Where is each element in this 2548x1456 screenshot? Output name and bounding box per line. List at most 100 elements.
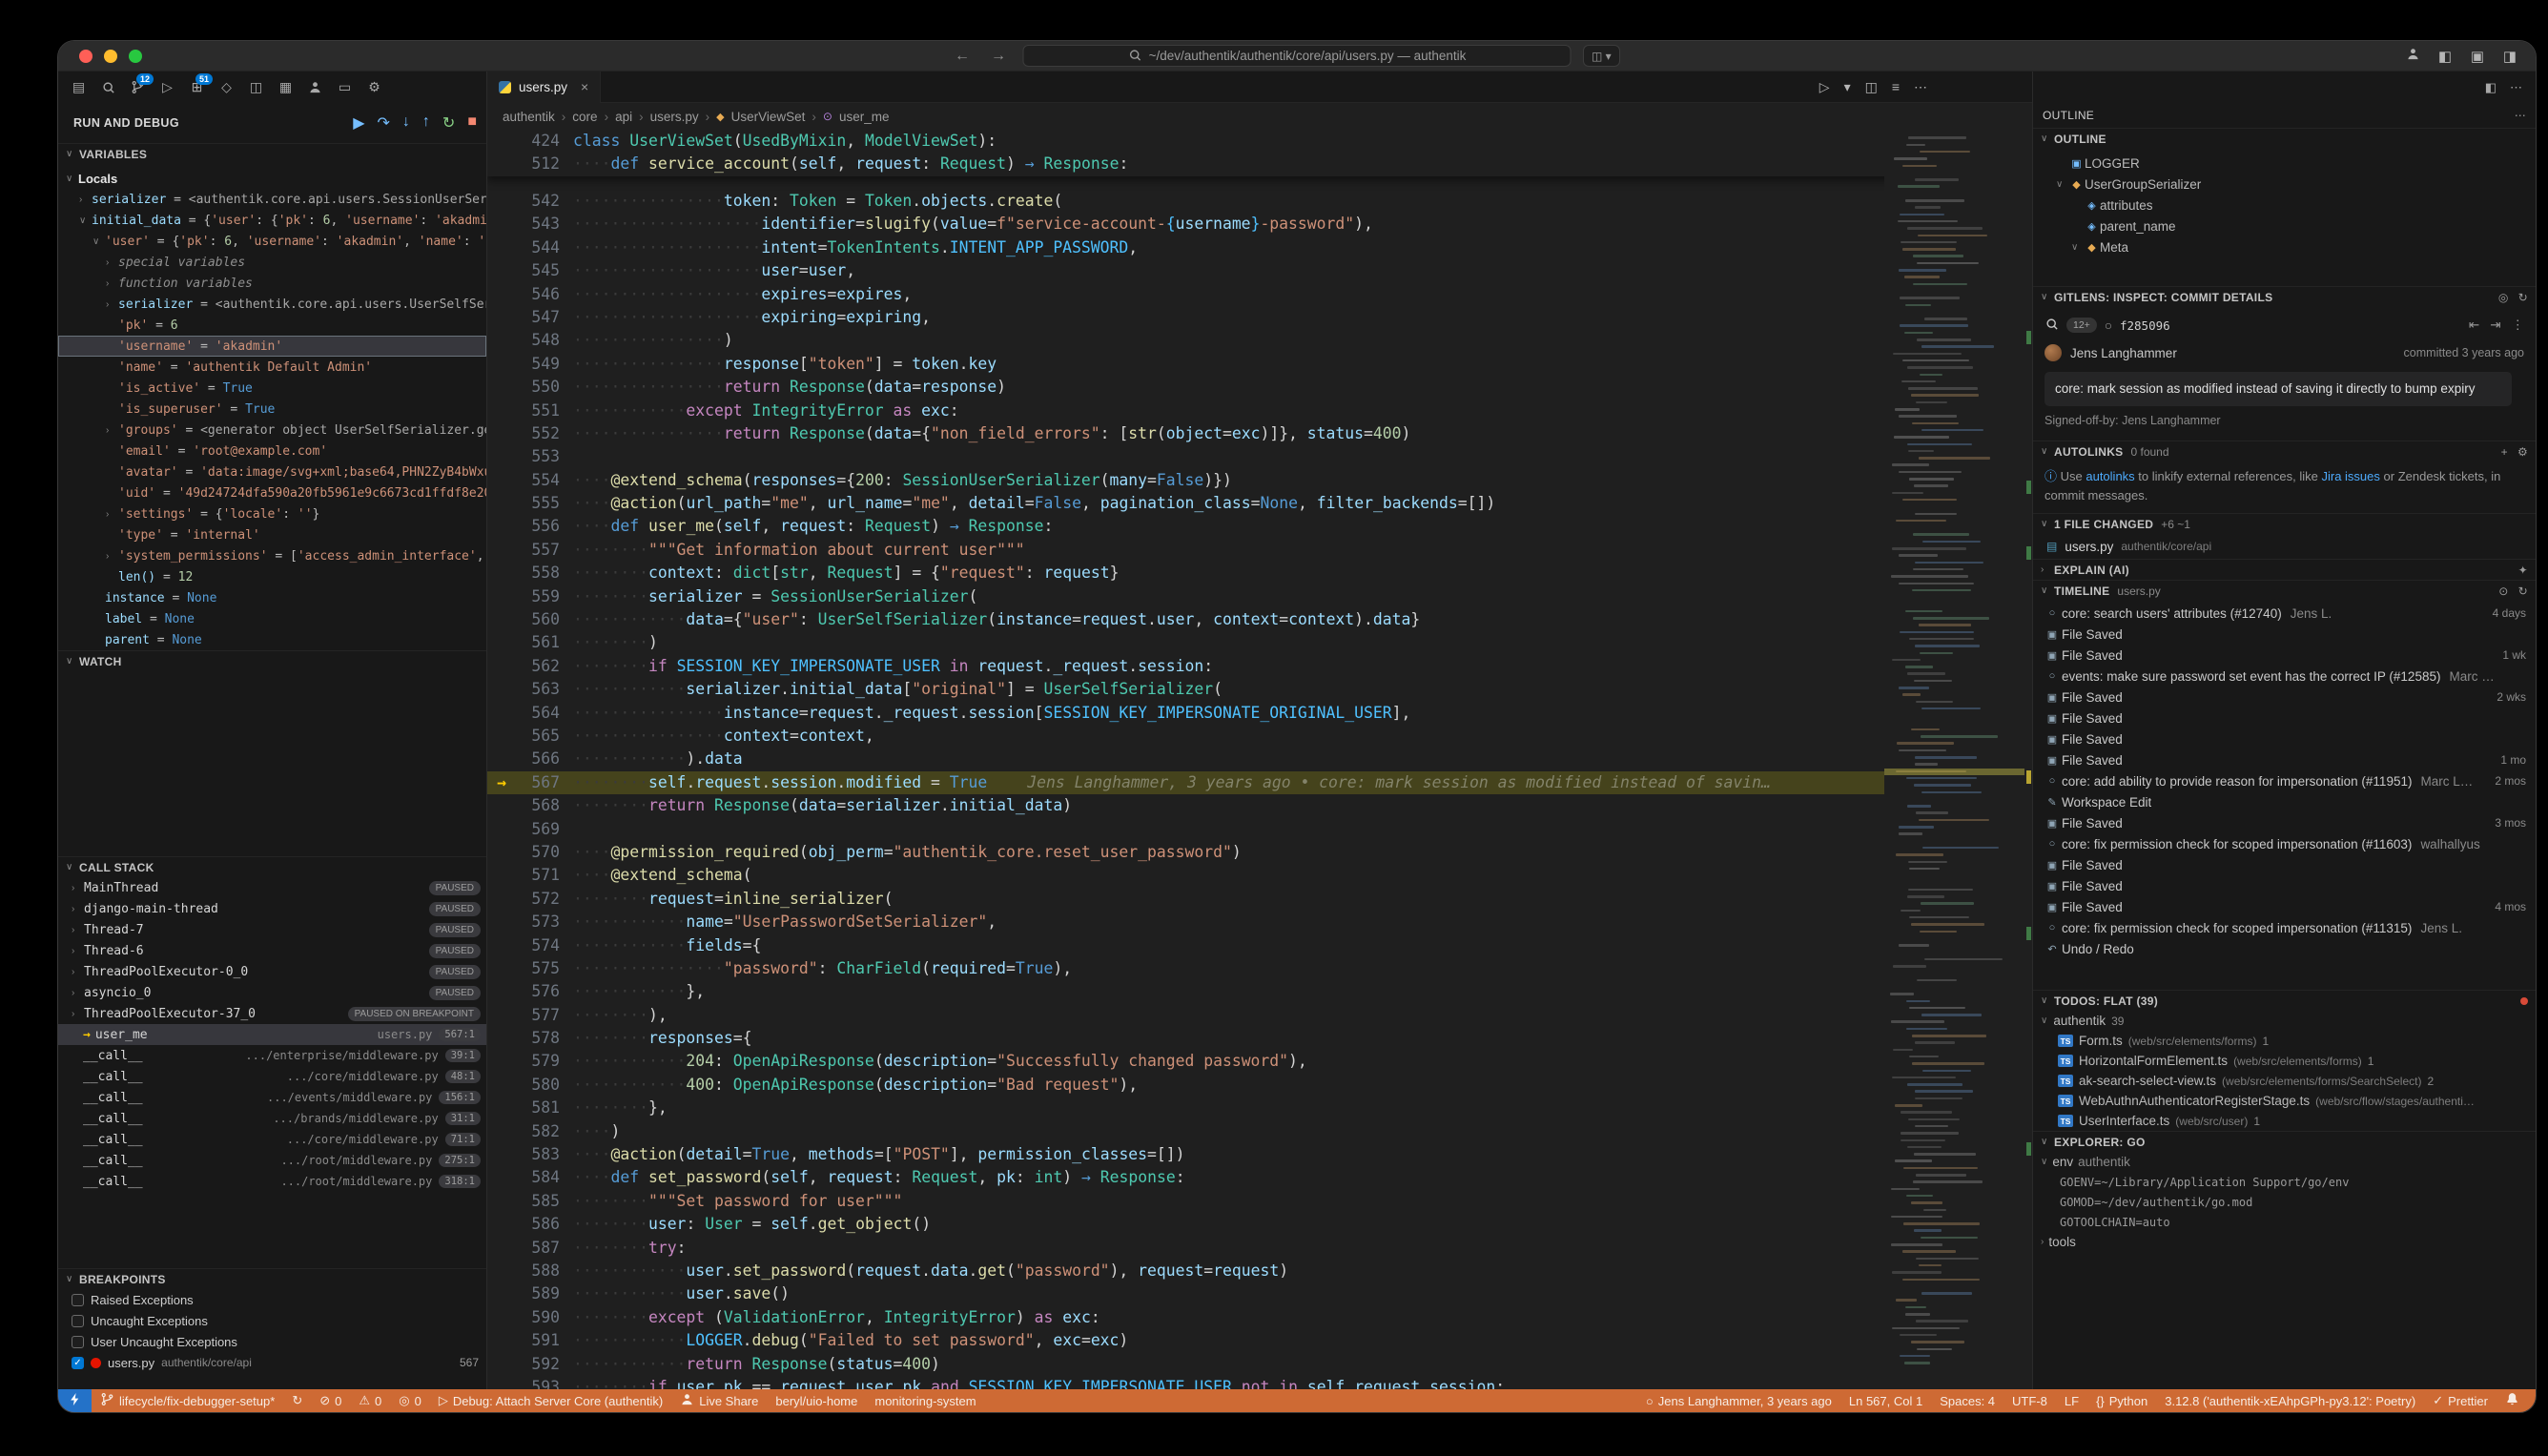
breakpoint-row[interactable]: User Uncaught Exceptions bbox=[58, 1331, 486, 1352]
code-line[interactable]: 579············204: OpenApiResponse(desc… bbox=[487, 1050, 2032, 1073]
timeline-item[interactable]: ▣File Saved bbox=[2033, 707, 2536, 728]
todos-file-row[interactable]: TSForm.ts(web/src/elements/forms)1 bbox=[2033, 1031, 2536, 1051]
variable-row[interactable]: len() = 12 bbox=[58, 566, 486, 587]
code-line[interactable]: 545····················user=user, bbox=[487, 259, 2032, 282]
code-line[interactable]: 552················return Response(data=… bbox=[487, 422, 2032, 445]
timeline-section-header[interactable]: ∨ TIMELINE users.py ⊙↻ bbox=[2033, 580, 2536, 601]
code-line[interactable]: 563············serializer.initial_data["… bbox=[487, 678, 2032, 701]
refresh-icon[interactable]: ↻ bbox=[2518, 584, 2528, 598]
gear-icon[interactable]: ⚙ bbox=[2517, 445, 2528, 459]
changed-file-row[interactable]: ▤ users.py authentik/core/api bbox=[2033, 534, 2536, 559]
code-line[interactable]: 578········responses={ bbox=[487, 1027, 2032, 1050]
next-commit-icon[interactable]: ⇥ bbox=[2490, 318, 2500, 333]
forward-icon[interactable]: → bbox=[991, 48, 1006, 65]
search-icon[interactable] bbox=[95, 74, 121, 100]
status-item-commit[interactable]: ○Jens Langhammer, 3 years ago bbox=[1637, 1389, 1840, 1412]
code-line[interactable]: 556····def user_me(self, request: Reques… bbox=[487, 515, 2032, 538]
step-over-icon[interactable]: ↷ bbox=[378, 113, 390, 133]
close-window-button[interactable] bbox=[79, 50, 92, 63]
timeline-item[interactable]: ○core: fix permission check for scoped i… bbox=[2033, 917, 2536, 938]
status-item[interactable]: UTF-8 bbox=[2003, 1389, 2056, 1412]
code-line[interactable]: 542················token: Token = Token.… bbox=[487, 190, 2032, 213]
breakpoint-row[interactable]: Raised Exceptions bbox=[58, 1289, 486, 1310]
autolinks-section-header[interactable]: ∨ AUTOLINKS 0 found +⚙ bbox=[2033, 441, 2536, 461]
code-line[interactable]: →567········self.request.session.modifie… bbox=[487, 771, 2032, 794]
pin-icon[interactable]: ◎ bbox=[2498, 291, 2509, 304]
status-item[interactable]: Ln 567, Col 1 bbox=[1840, 1389, 1931, 1412]
code-line[interactable]: 575················"password": CharField… bbox=[487, 957, 2032, 980]
sticky-code-line[interactable]: 512····def service_account(self, request… bbox=[487, 153, 2032, 175]
code-line[interactable]: 587········try: bbox=[487, 1237, 2032, 1260]
watch-section-header[interactable]: ∨ WATCH bbox=[58, 650, 486, 671]
source-control-icon[interactable]: 12 bbox=[125, 74, 151, 100]
variable-row[interactable]: 'name' = 'authentik Default Admin' bbox=[58, 357, 486, 378]
outline-item[interactable]: ∨◆Meta bbox=[2033, 236, 2536, 257]
todos-file-row[interactable]: TSak-search-select-view.ts(web/src/eleme… bbox=[2033, 1071, 2536, 1091]
step-out-icon[interactable]: ↑ bbox=[422, 113, 430, 133]
autolink-link[interactable]: Jira issues bbox=[2321, 469, 2379, 483]
outline-item[interactable]: ◈parent_name bbox=[2033, 215, 2536, 236]
code-line[interactable]: 591············LOGGER.debug("Failed to s… bbox=[487, 1329, 2032, 1352]
timeline-item[interactable]: ▣File Saved bbox=[2033, 624, 2536, 645]
checkbox[interactable] bbox=[72, 1336, 84, 1348]
breadcrumb-item[interactable]: UserViewSet bbox=[731, 110, 806, 124]
variable-row[interactable]: label = None bbox=[58, 608, 486, 629]
timeline-item[interactable]: ○core: search users' attributes (#12740)… bbox=[2033, 603, 2536, 624]
todos-file-row[interactable]: TSHorizontalFormElement.ts(web/src/eleme… bbox=[2033, 1051, 2536, 1071]
status-item[interactable]: Spaces: 4 bbox=[1931, 1389, 2003, 1412]
explorer-go-section-header[interactable]: ∨ EXPLORER: GO bbox=[2033, 1131, 2536, 1152]
code-line[interactable]: 555····@action(url_path="me", url_name="… bbox=[487, 492, 2032, 515]
code-line[interactable]: 586········user: User = self.get_object(… bbox=[487, 1213, 2032, 1236]
run-debug-icon[interactable]: ▷ bbox=[154, 74, 180, 100]
code-line[interactable]: 544····················intent=TokenInten… bbox=[487, 236, 2032, 259]
code-line[interactable]: 561········) bbox=[487, 631, 2032, 654]
code-line[interactable]: 569 bbox=[487, 818, 2032, 841]
code-line[interactable]: 572········request=inline_serializer( bbox=[487, 888, 2032, 911]
variable-row[interactable]: ›'groups' = <generator object UserSelfSe… bbox=[58, 420, 486, 441]
timeline-item[interactable]: ▣File Saved bbox=[2033, 854, 2536, 875]
code-line[interactable]: 562········if SESSION_KEY_IMPERSONATE_US… bbox=[487, 655, 2032, 678]
testing-icon[interactable]: ◇ bbox=[214, 74, 239, 100]
overview-ruler[interactable] bbox=[2024, 130, 2032, 1389]
status-item[interactable]: monitoring-system bbox=[866, 1389, 984, 1412]
variable-row[interactable]: 'is_active' = True bbox=[58, 378, 486, 399]
code-line[interactable]: 585········"""Set password for user""" bbox=[487, 1190, 2032, 1213]
variable-row[interactable]: 'username' = 'akadmin' bbox=[58, 336, 486, 357]
variables-section-header[interactable]: ∨ VARIABLES bbox=[58, 143, 486, 164]
timeline-item[interactable]: ▣File Saved3 mos bbox=[2033, 812, 2536, 833]
code-line[interactable]: 566············).data bbox=[487, 748, 2032, 770]
callstack-frame-row[interactable]: __call__.../core/middleware.py48:1 bbox=[58, 1066, 486, 1087]
code-line[interactable]: 580············400: OpenApiResponse(desc… bbox=[487, 1074, 2032, 1097]
code-line[interactable]: 583····@action(detail=True, methods=["PO… bbox=[487, 1143, 2032, 1166]
layout-panel-icon[interactable]: ▣ bbox=[2469, 48, 2486, 65]
code-line[interactable]: 589············user.save() bbox=[487, 1282, 2032, 1305]
dropdown-icon[interactable]: ▾ bbox=[1844, 79, 1851, 95]
layout-control-button[interactable]: ◫ ▾ bbox=[1583, 45, 1620, 67]
command-center[interactable]: ~/dev/authentik/authentik/core/api/users… bbox=[1023, 45, 1572, 67]
status-item[interactable]: 3.12.8 ('authentik-xEAhpGPh-py3.12': Poe… bbox=[2156, 1389, 2424, 1412]
code-line[interactable]: 553 bbox=[487, 445, 2032, 468]
close-icon[interactable]: × bbox=[581, 79, 588, 94]
run-icon[interactable]: ▷ bbox=[1819, 79, 1830, 95]
callstack-frame-row[interactable]: __call__.../brands/middleware.py31:1 bbox=[58, 1108, 486, 1129]
code-line[interactable]: 592············return Response(status=40… bbox=[487, 1353, 2032, 1376]
breakpoint-row[interactable]: Uncaught Exceptions bbox=[58, 1310, 486, 1331]
callstack-thread-row[interactable]: ›ThreadPoolExecutor-0_0PAUSED bbox=[58, 961, 486, 982]
more-actions-icon[interactable]: ⋯ bbox=[2510, 80, 2522, 95]
code-line[interactable]: 574············fields={ bbox=[487, 934, 2032, 957]
code-line[interactable]: 546····················expires=expires, bbox=[487, 283, 2032, 306]
breadcrumb-item[interactable]: users.py bbox=[650, 110, 699, 124]
variable-row[interactable]: parent = None bbox=[58, 629, 486, 650]
sticky-code-line[interactable]: 424class UserViewSet(UsedByMixin, ModelV… bbox=[487, 130, 2032, 153]
status-item-braces[interactable]: {}Python bbox=[2087, 1389, 2156, 1412]
status-item-dot[interactable]: ◎0 bbox=[390, 1389, 430, 1412]
database-icon[interactable]: ▦ bbox=[273, 74, 298, 100]
minimap[interactable] bbox=[1884, 130, 2024, 1389]
checkbox[interactable]: ✓ bbox=[72, 1357, 84, 1369]
zoom-window-button[interactable] bbox=[129, 50, 142, 63]
files-changed-section-header[interactable]: ∨ 1 FILE CHANGED +6 ~1 bbox=[2033, 513, 2536, 534]
timeline-item[interactable]: ▣File Saved2 wks bbox=[2033, 687, 2536, 707]
code-line[interactable]: 568········return Response(data=serializ… bbox=[487, 794, 2032, 817]
outline-item[interactable]: ◈attributes bbox=[2033, 195, 2536, 215]
code-line[interactable]: 581········}, bbox=[487, 1097, 2032, 1119]
